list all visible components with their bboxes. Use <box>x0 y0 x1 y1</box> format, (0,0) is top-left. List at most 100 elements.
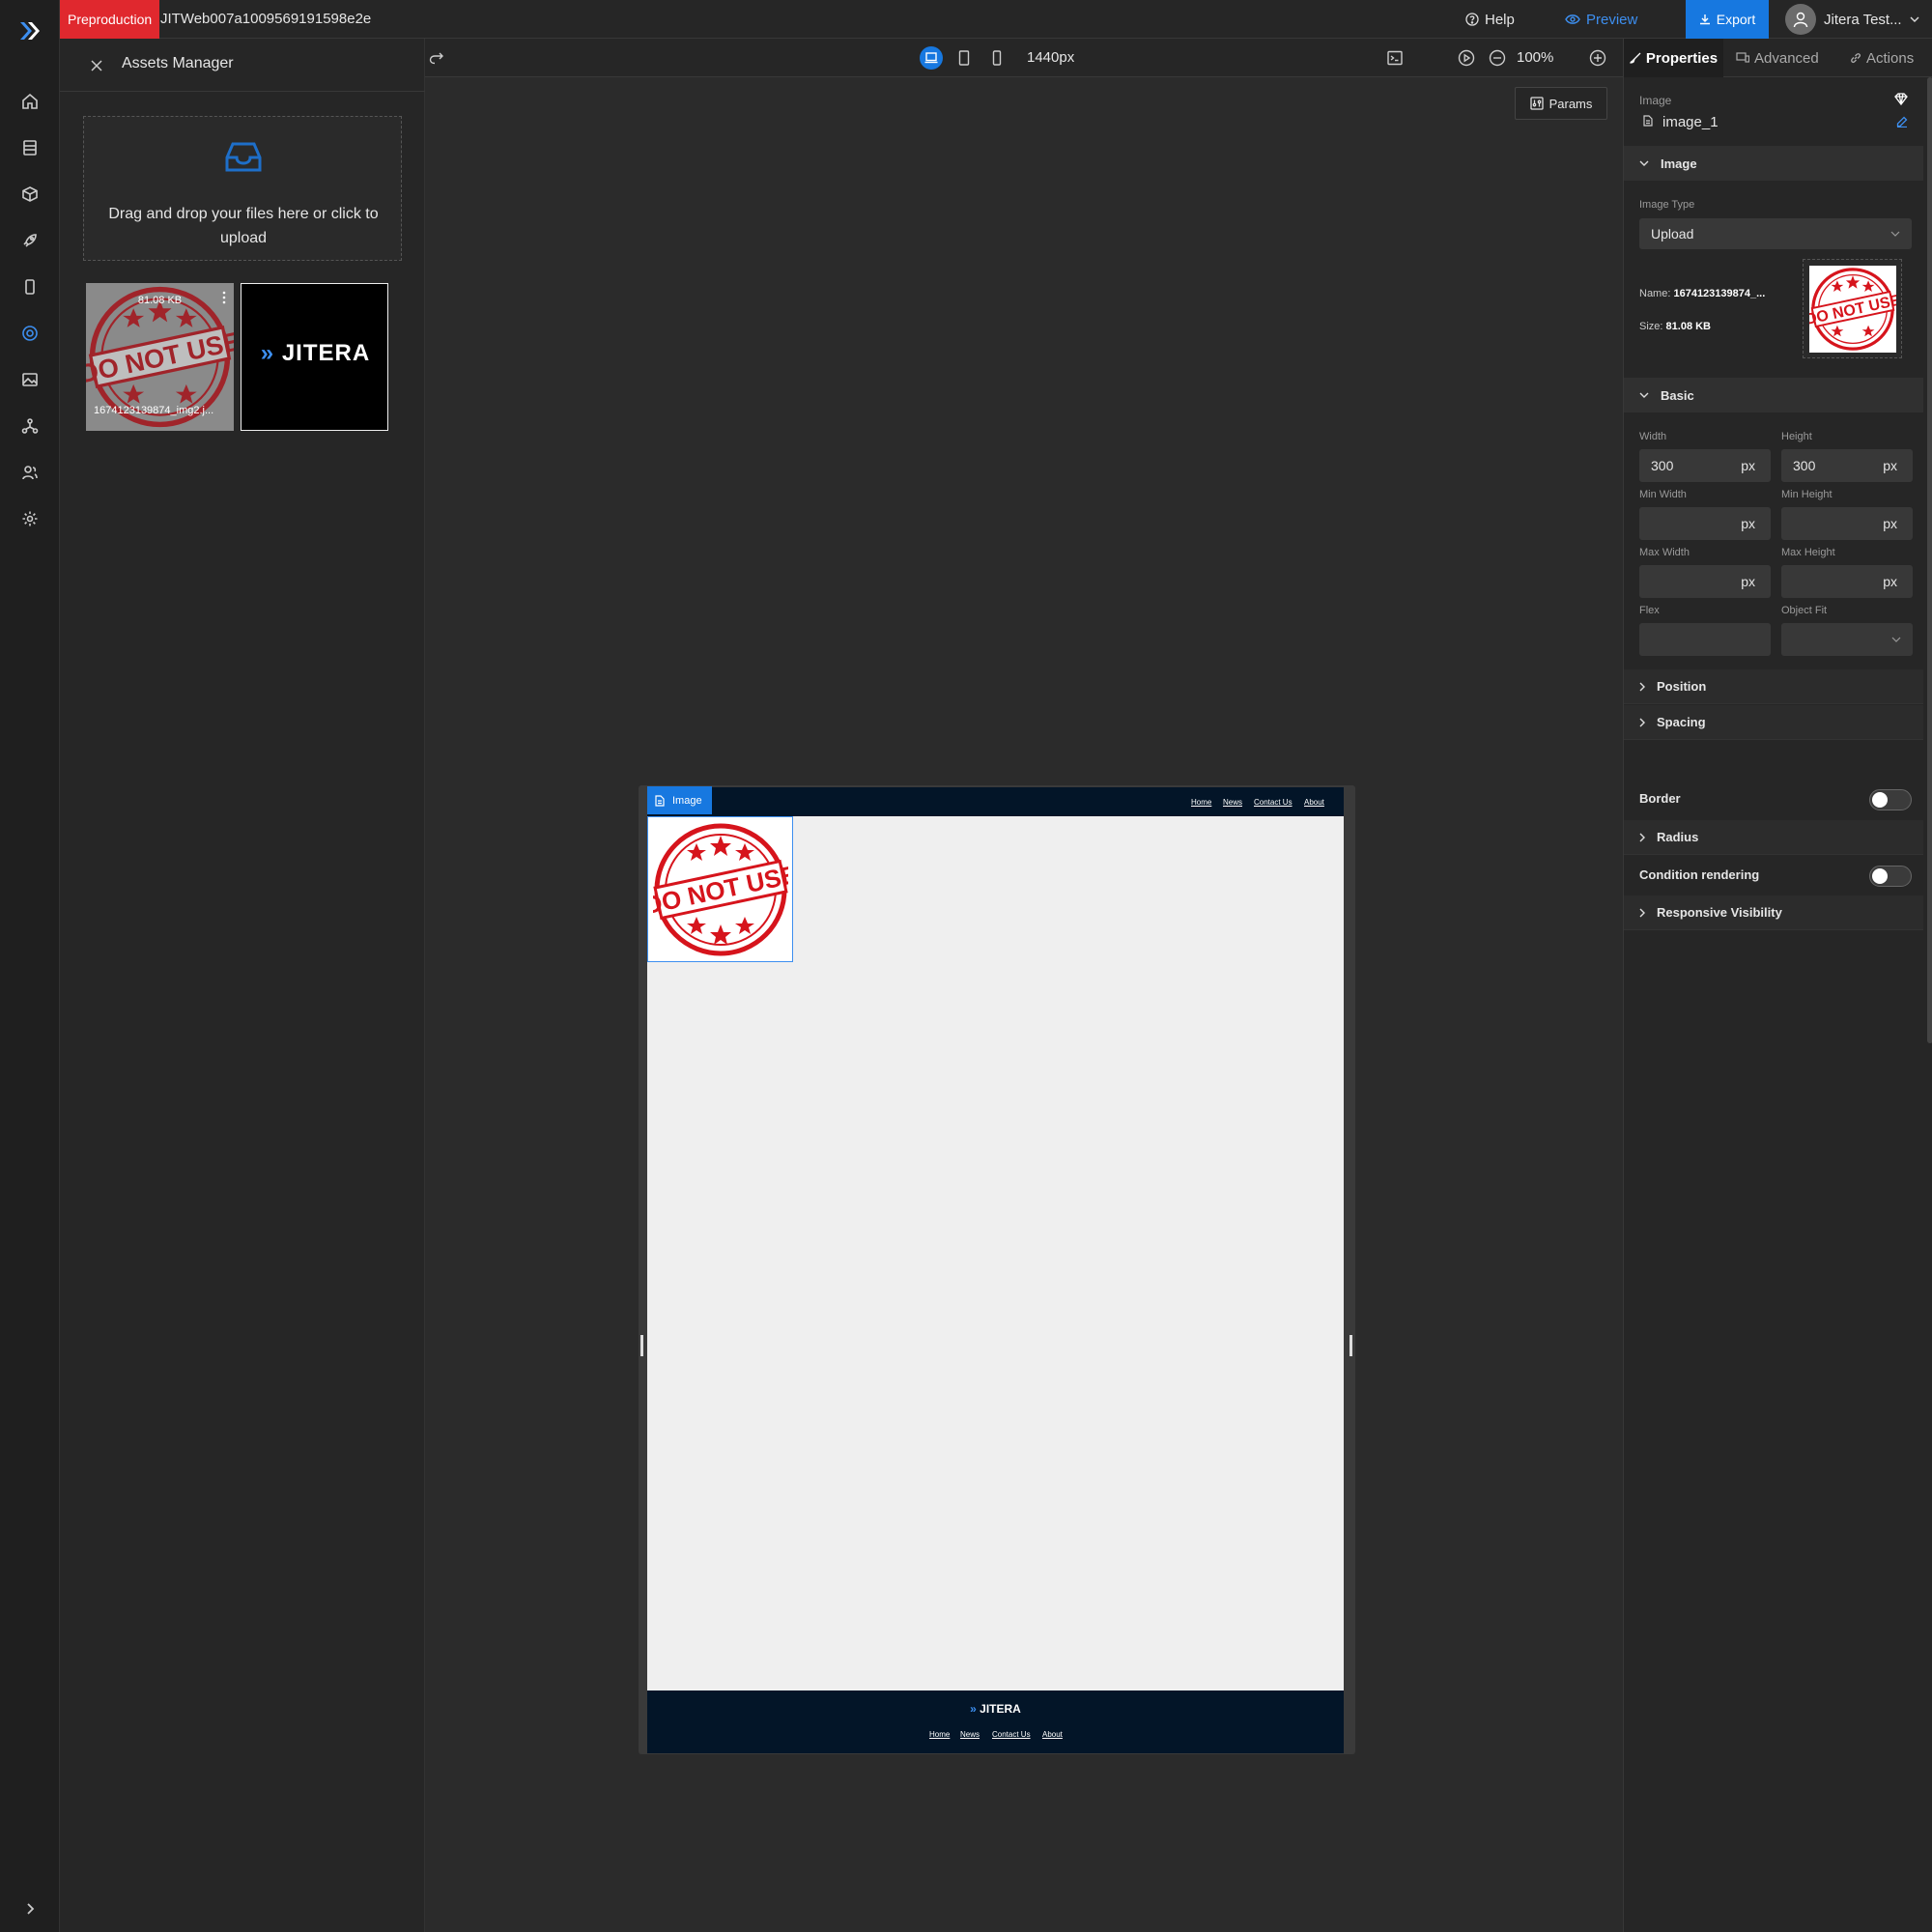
image-type-select[interactable]: Upload <box>1639 218 1912 249</box>
cube-icon[interactable] <box>18 183 42 206</box>
logo-icon[interactable] <box>18 19 42 43</box>
scrollbar[interactable] <box>1927 77 1932 1043</box>
image-type-label: Image Type <box>1639 199 1695 211</box>
play-button[interactable] <box>1455 46 1478 70</box>
environment-badge: Preproduction <box>60 0 160 39</box>
tablet-device-button[interactable] <box>952 46 976 70</box>
gear-icon[interactable] <box>18 507 42 530</box>
assets-title: Assets Manager <box>122 55 234 71</box>
min-width-input[interactable]: px <box>1639 507 1771 540</box>
asset-tile[interactable]: » JITERA <box>241 283 388 431</box>
nav-link-news[interactable]: News <box>1223 798 1242 807</box>
download-icon <box>1699 14 1710 25</box>
image-type-value: Upload <box>1651 226 1694 242</box>
nav-link-about[interactable]: About <box>1304 798 1324 807</box>
size-label: Size: <box>1639 321 1663 332</box>
export-button[interactable]: Export <box>1686 0 1769 39</box>
chevron-right-icon <box>1639 682 1645 691</box>
footer-link-news[interactable]: News <box>960 1730 980 1739</box>
min-height-input[interactable]: px <box>1781 507 1913 540</box>
nav-link-contact[interactable]: Contact Us <box>1254 798 1293 807</box>
eye-icon <box>1565 14 1580 24</box>
section-spacing[interactable]: Spacing <box>1624 705 1923 740</box>
selected-element-label: Image <box>672 794 702 807</box>
height-value: 300 <box>1793 458 1816 473</box>
min-width-label: Min Width <box>1639 489 1687 500</box>
section-image[interactable]: Image <box>1624 146 1923 181</box>
max-height-label: Max Height <box>1781 547 1835 558</box>
rocket-icon[interactable] <box>18 229 42 252</box>
do-not-use-stamp-preview: DO NOT USE <box>1808 265 1896 353</box>
upload-dropzone[interactable]: Drag and drop your files here or click t… <box>83 116 402 261</box>
terminal-button[interactable] <box>1383 46 1406 70</box>
edit-icon[interactable] <box>1896 116 1908 128</box>
plus-circle-icon <box>1589 49 1606 67</box>
condition-rendering-toggle[interactable] <box>1869 866 1912 887</box>
database-icon[interactable] <box>18 136 42 159</box>
preview-button[interactable]: Preview <box>1565 8 1637 31</box>
element-type-label: Image <box>1639 94 1672 107</box>
user-menu[interactable]: Jitera Test... <box>1785 4 1919 35</box>
properties-panel: Properties Advanced Actions Image image_… <box>1623 39 1932 1932</box>
zoom-in-button[interactable] <box>1586 46 1609 70</box>
chevron-right-icon <box>1639 833 1645 841</box>
home-icon[interactable] <box>18 90 42 113</box>
desktop-device-button[interactable] <box>920 46 943 70</box>
section-radius[interactable]: Radius <box>1624 820 1923 855</box>
tab-actions-label: Actions <box>1866 49 1915 67</box>
tab-actions[interactable]: Actions <box>1850 39 1914 77</box>
tab-advanced[interactable]: Advanced <box>1736 39 1819 77</box>
help-button[interactable]: Help <box>1465 8 1515 31</box>
toggle-knob <box>1872 792 1888 808</box>
params-button[interactable]: Params <box>1515 87 1607 120</box>
image-gallery-icon[interactable] <box>18 368 42 391</box>
image-file-size: Size: 81.08 KB <box>1639 321 1711 332</box>
page-image-element[interactable]: DO NOT USE <box>647 816 793 962</box>
flex-input[interactable] <box>1639 623 1771 656</box>
more-vertical-icon[interactable] <box>218 289 230 306</box>
diamond-icon[interactable] <box>1894 93 1908 105</box>
nav-link-home[interactable]: Home <box>1191 798 1211 807</box>
zoom-out-button[interactable] <box>1486 46 1509 70</box>
height-input[interactable]: 300 px <box>1781 449 1913 482</box>
max-width-input[interactable]: px <box>1639 565 1771 598</box>
section-basic[interactable]: Basic <box>1624 378 1923 412</box>
footer-link-about[interactable]: About <box>1042 1730 1063 1739</box>
file-icon <box>655 794 665 807</box>
chevron-down-icon <box>1890 231 1900 237</box>
mobile-icon[interactable] <box>18 275 42 298</box>
footer-link-home[interactable]: Home <box>929 1730 950 1739</box>
right-resize-handle[interactable] <box>1350 1335 1352 1356</box>
section-basic-label: Basic <box>1661 387 1694 403</box>
palette-icon[interactable] <box>18 322 42 345</box>
chevron-down-icon <box>1891 637 1901 642</box>
expand-icon[interactable] <box>18 1897 42 1920</box>
width-value: 300 <box>1651 458 1674 473</box>
design-canvas[interactable]: Params Home News Contact Us About Image <box>425 77 1623 1932</box>
section-position[interactable]: Position <box>1624 669 1923 704</box>
avatar <box>1785 4 1816 35</box>
image-preview[interactable]: DO NOT USE <box>1803 259 1902 358</box>
redo-icon[interactable] <box>425 46 448 70</box>
width-input[interactable]: 300 px <box>1639 449 1771 482</box>
condition-rendering-label: Condition rendering <box>1639 867 1760 882</box>
footer-link-contact[interactable]: Contact Us <box>992 1730 1031 1739</box>
section-responsive-visibility[interactable]: Responsive Visibility <box>1624 895 1923 930</box>
zoom-level: 100% <box>1517 49 1554 66</box>
canvas-toolbar: 1440px 100% <box>425 39 1623 77</box>
users-icon[interactable] <box>18 461 42 484</box>
desktop-icon <box>924 52 938 64</box>
close-button[interactable] <box>87 56 106 75</box>
network-icon[interactable] <box>18 414 42 438</box>
tab-properties[interactable]: Properties <box>1624 39 1723 77</box>
asset-tile[interactable]: DO NOT USE 81.08 KB 1674123139874_img2.j… <box>86 283 234 431</box>
brush-icon <box>1630 52 1641 64</box>
user-icon <box>1793 12 1808 28</box>
max-height-input[interactable]: px <box>1781 565 1913 598</box>
object-fit-select[interactable] <box>1781 623 1913 656</box>
mobile-device-button[interactable] <box>985 46 1009 70</box>
left-resize-handle[interactable] <box>640 1335 643 1356</box>
close-icon <box>91 60 102 71</box>
border-toggle[interactable] <box>1869 789 1912 810</box>
page-preview: Home News Contact Us About Image DO NOT … <box>647 786 1344 1753</box>
